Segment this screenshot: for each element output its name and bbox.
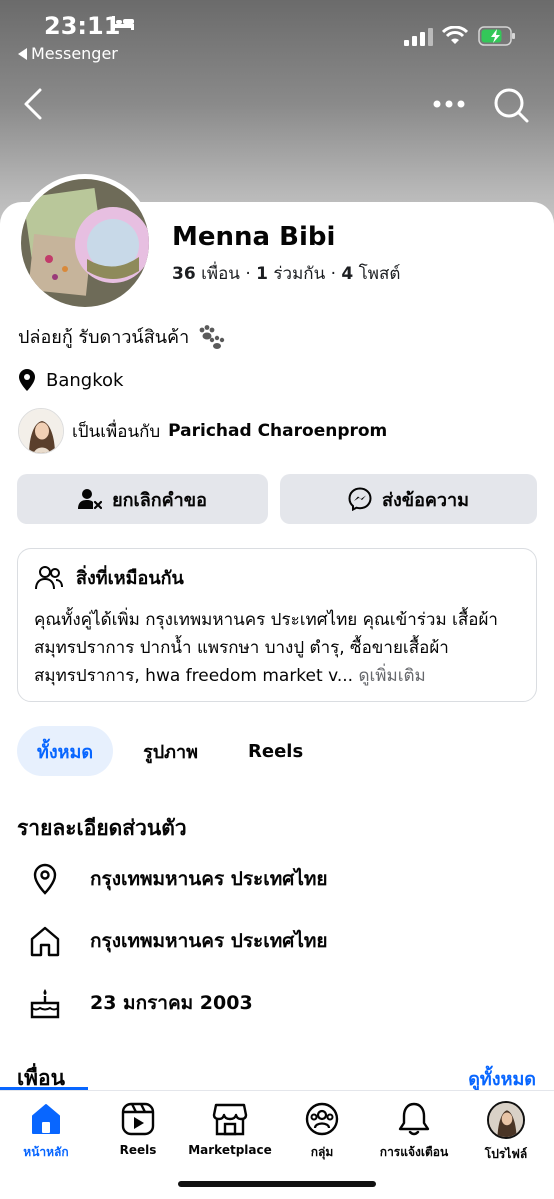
tab-reels[interactable]: Reels: [228, 726, 323, 776]
posts-label[interactable]: โพสต์: [359, 264, 401, 284]
cancel-friend-request-icon: [78, 489, 103, 510]
profile-location: Bangkok: [18, 368, 123, 392]
nav-groups[interactable]: กลุ่ม: [276, 1101, 368, 1162]
home-icon: [32, 1104, 60, 1134]
things-in-common-text: คุณทั้งคู่ได้เพิ่ม กรุงเทพมหานคร ประเทศไ…: [34, 606, 520, 690]
marketplace-icon: [212, 1103, 248, 1136]
profile-bio: ปล่อยกู้ รับดาวน์สินค้า: [18, 322, 225, 351]
detail-current-city: กรุงเทพมหานคร ประเทศไทย: [28, 862, 328, 896]
friend-of-prefix: เป็นเพื่อนกับ: [72, 421, 161, 442]
stats-separator: ·: [245, 264, 251, 284]
see-more-link[interactable]: ดูเพิ่มเติม: [358, 666, 425, 686]
nav-home-label: หน้าหลัก: [23, 1145, 69, 1159]
battery-icon: [478, 26, 515, 46]
back-triangle-icon: [18, 47, 27, 60]
friend-of-name[interactable]: Parichad Charoenprom: [168, 421, 387, 441]
more-options-icon[interactable]: [432, 94, 466, 114]
nav-marketplace[interactable]: Marketplace: [184, 1101, 276, 1157]
groups-icon: [305, 1102, 339, 1136]
sleep-mode-icon: [112, 16, 134, 30]
friend-of-row[interactable]: เป็นเพื่อนกับ Parichad Charoenprom: [18, 408, 387, 454]
mutual-friend-photo: [19, 409, 63, 453]
nav-profile[interactable]: โปรไฟล์: [460, 1101, 552, 1164]
cancel-request-label: ยกเลิกคำขอ: [112, 489, 207, 511]
messenger-icon: [348, 487, 372, 511]
profile-name: Menna Bibi: [172, 222, 336, 252]
mutual-label[interactable]: ร่วมกัน: [273, 264, 325, 284]
home-icon: [30, 926, 60, 957]
things-in-common-body: คุณทั้งคู่ได้เพิ่ม กรุงเทพมหานคร ประเทศไ…: [34, 610, 498, 686]
hometown-text: กรุงเทพมหานคร ประเทศไทย: [90, 930, 328, 952]
location-pin-icon: [19, 369, 35, 391]
cancel-request-button[interactable]: ยกเลิกคำขอ: [17, 474, 268, 524]
posts-count[interactable]: 4: [341, 264, 353, 284]
things-in-common-card[interactable]: สิ่งที่เหมือนกัน คุณทั้งคู่ได้เพิ่ม กรุง…: [17, 548, 537, 702]
nav-notifications-label: การแจ้งเตือน: [379, 1145, 449, 1159]
birthday-cake-icon: [30, 989, 60, 1019]
send-message-button[interactable]: ส่งข้อความ: [280, 474, 537, 524]
nav-marketplace-label: Marketplace: [188, 1143, 272, 1157]
back-arrow-icon[interactable]: [18, 86, 50, 122]
nav-reels-label: Reels: [119, 1143, 157, 1157]
things-in-common-title: สิ่งที่เหมือนกัน: [34, 563, 520, 592]
friends-label[interactable]: เพื่อน: [201, 264, 240, 284]
nav-notifications[interactable]: การแจ้งเตือน: [368, 1101, 460, 1162]
mutual-count[interactable]: 1: [256, 264, 268, 284]
friends-count[interactable]: 36: [172, 264, 196, 284]
nav-profile-label: โปรไฟล์: [484, 1147, 528, 1161]
bell-icon: [398, 1102, 430, 1136]
see-all-friends-link[interactable]: ดูทั้งหมด: [468, 1064, 536, 1093]
avatar-photo: [21, 179, 149, 307]
wifi-icon: [442, 26, 468, 44]
back-to-messenger[interactable]: Messenger: [18, 44, 118, 63]
search-icon[interactable]: [492, 86, 530, 124]
birthday-text: 23 มกราคม 2003: [90, 992, 253, 1014]
mutual-friend-avatar[interactable]: [18, 408, 64, 454]
profile-avatar: [487, 1101, 525, 1139]
detail-hometown: กรุงเทพมหานคร ประเทศไทย: [28, 924, 328, 958]
tab-all[interactable]: ทั้งหมด: [17, 726, 114, 776]
reels-icon: [121, 1102, 155, 1136]
cellular-signal-icon: [404, 28, 433, 46]
stats-separator: ·: [330, 264, 337, 284]
profile-stats: 36 เพื่อน · 1 ร่วมกัน · 4 โพสต์: [172, 260, 400, 287]
people-icon: [35, 565, 63, 589]
nav-groups-label: กลุ่ม: [310, 1145, 334, 1159]
current-city-text: กรุงเทพมหานคร ประเทศไทย: [90, 868, 328, 890]
things-in-common-label: สิ่งที่เหมือนกัน: [76, 568, 184, 589]
status-time: 23:11: [44, 12, 121, 40]
tab-photos[interactable]: รูปภาพ: [123, 726, 218, 776]
nav-home[interactable]: หน้าหลัก: [0, 1101, 92, 1162]
profile-avatar[interactable]: [16, 174, 154, 312]
status-bar: 23:11 Messenger: [0, 0, 554, 72]
back-app-label: Messenger: [31, 44, 118, 63]
profile-tabs: ทั้งหมด รูปภาพ Reels: [17, 726, 333, 776]
personal-details-title: รายละเอียดส่วนตัว: [17, 816, 187, 840]
bio-text: ปล่อยกู้ รับดาวน์สินค้า: [18, 327, 190, 348]
location-pin-icon: [33, 863, 57, 895]
send-message-label: ส่งข้อความ: [381, 489, 469, 511]
detail-birthday: 23 มกราคม 2003: [28, 986, 253, 1020]
location-text: Bangkok: [46, 369, 124, 391]
profile-avatar-photo: [489, 1103, 523, 1137]
paw-prints-icon: [199, 324, 225, 349]
nav-reels[interactable]: Reels: [92, 1101, 184, 1157]
home-indicator: [178, 1181, 376, 1187]
